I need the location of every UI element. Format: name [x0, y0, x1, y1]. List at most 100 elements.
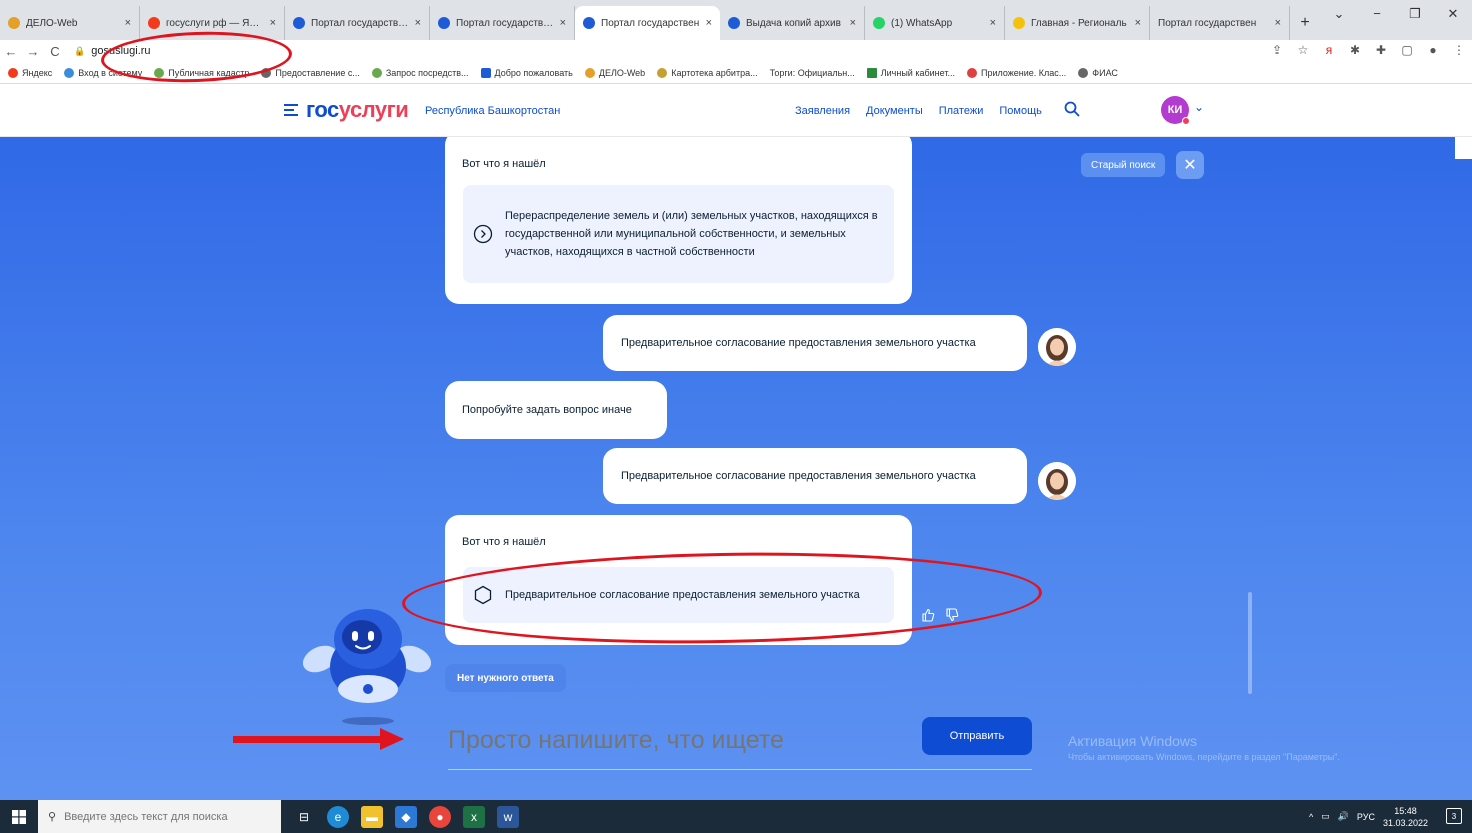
browser-tab[interactable]: Портал государствен × [430, 6, 575, 40]
browser-tab-active[interactable]: Портал государствен × [575, 6, 720, 40]
robot-assistant-icon [302, 609, 432, 725]
chat-scrollbar[interactable] [1248, 592, 1252, 694]
language-indicator[interactable]: РУС [1357, 812, 1375, 822]
browser-tab[interactable]: Портал государствен × [1150, 6, 1290, 40]
result-card[interactable]: Перераспределение земель и (или) земельн… [463, 185, 894, 283]
app-icon[interactable]: ◆ [395, 805, 417, 828]
bookmark-item[interactable]: Картотека арбитра... [657, 67, 758, 78]
yandex-extension-icon[interactable]: я [1322, 43, 1336, 57]
share-icon[interactable]: ⇪ [1270, 43, 1284, 57]
notification-center-icon[interactable]: 3 [1446, 808, 1462, 824]
restore-icon[interactable]: ❐ [1396, 6, 1434, 22]
puzzle-icon[interactable]: ✚ [1374, 43, 1388, 57]
nav-documents[interactable]: Документы [866, 105, 923, 117]
nav-payments[interactable]: Платежи [939, 105, 984, 117]
close-chat-button[interactable]: ✕ [1176, 151, 1204, 179]
bot-message: Вот что я нашёл Перераспределение земель… [445, 137, 912, 304]
volume-icon[interactable]: 🔊 [1338, 811, 1349, 822]
close-tab-icon[interactable]: × [706, 17, 712, 29]
minimize-icon[interactable]: − [1358, 6, 1396, 22]
top-nav: Заявления Документы Платежи Помощь [795, 105, 1042, 117]
search-icon: ⚲ [48, 811, 57, 823]
bookmark-item[interactable]: Добро пожаловать [480, 67, 573, 78]
nav-applications[interactable]: Заявления [795, 105, 850, 117]
close-tab-icon[interactable]: × [270, 17, 276, 29]
hamburger-menu-icon[interactable] [284, 104, 298, 119]
browser-tab[interactable]: ДЕЛО-Web × [0, 6, 140, 40]
chevron-down-icon[interactable]: ⌄ [1194, 100, 1204, 114]
thumbs-up-icon[interactable] [921, 608, 935, 622]
clock[interactable]: 15:48 31.03.2022 [1383, 805, 1428, 829]
close-tab-icon[interactable]: × [990, 17, 996, 29]
bookmark-item[interactable]: Запрос посредств... [371, 67, 469, 78]
sidepanel-icon[interactable]: ▢ [1400, 43, 1414, 57]
bookmark-item[interactable]: Торги: Официальн... [770, 68, 855, 78]
tab-search-icon[interactable]: ⌄ [1320, 6, 1358, 22]
bookmark-item[interactable]: Приложение. Клас... [966, 67, 1066, 78]
file-explorer-icon[interactable]: ▬ [361, 805, 383, 828]
bookmark-icon [8, 67, 18, 78]
close-tab-icon[interactable]: × [560, 17, 566, 29]
nav-help[interactable]: Помощь [999, 105, 1042, 117]
bookmark-icon [866, 67, 877, 78]
windows-activation-watermark: Активация Windows Чтобы активировать Win… [1068, 733, 1340, 762]
extension-icon[interactable]: ✱ [1348, 43, 1362, 57]
bot-message-text: Попробуйте задать вопрос иначе [462, 404, 632, 416]
close-window-icon[interactable]: ✕ [1434, 6, 1472, 22]
gosuslugi-logo[interactable]: госуслуги [306, 97, 409, 123]
chrome-icon[interactable]: ● [429, 805, 451, 828]
user-avatar[interactable]: КИ [1161, 96, 1190, 125]
user-chat-avatar [1038, 328, 1076, 366]
region-selector[interactable]: Республика Башкортостан [425, 105, 560, 117]
bookmark-item[interactable]: Яндекс [8, 67, 52, 78]
forward-arrow-icon[interactable]: → [22, 44, 44, 59]
browser-tab[interactable]: Выдача копий архив × [720, 6, 865, 40]
user-message-text: Предварительное согласование предоставле… [621, 470, 976, 482]
tab-favicon-icon [438, 17, 450, 29]
task-view-icon[interactable]: ⊟ [293, 806, 315, 828]
browser-tab[interactable]: госуслуги рф — Янде × [140, 6, 285, 40]
search-icon[interactable] [1064, 101, 1080, 117]
chevron-up-icon[interactable]: ^ [1309, 812, 1313, 822]
browser-tab-strip: ДЕЛО-Web × госуслуги рф — Янде × Портал го… [0, 0, 1472, 40]
edge-icon[interactable]: e [327, 805, 349, 828]
menu-dots-icon[interactable]: ⋮ [1452, 43, 1466, 57]
close-tab-icon[interactable]: × [850, 17, 856, 29]
no-answer-button[interactable]: Нет нужного ответа [445, 664, 566, 692]
bot-message: Попробуйте задать вопрос иначе [445, 381, 667, 439]
bookmark-item[interactable]: Личный кабинет... [866, 67, 955, 78]
close-tab-icon[interactable]: × [125, 17, 131, 29]
thumbs-down-icon[interactable] [945, 608, 959, 622]
start-button[interactable] [0, 809, 38, 824]
bookmark-item[interactable]: ФИАС [1078, 67, 1118, 78]
old-search-button[interactable]: Старый поиск [1081, 153, 1166, 177]
excel-icon[interactable]: x [463, 805, 485, 828]
reload-icon[interactable]: C [44, 44, 66, 59]
bookmark-item[interactable]: ДЕЛО-Web [584, 67, 645, 78]
close-tab-icon[interactable]: × [1275, 17, 1281, 29]
browser-tab[interactable]: Портал государствен × [285, 6, 430, 40]
url-field[interactable]: 🔒 gosuslugi.ru [74, 45, 151, 57]
taskbar-search-input[interactable] [64, 810, 265, 823]
send-button[interactable]: Отправить [922, 717, 1032, 755]
result-card[interactable]: Предварительное согласование предоставле… [463, 567, 894, 623]
bookmark-icon [480, 67, 491, 78]
browser-tab[interactable]: (1) WhatsApp × [865, 6, 1005, 40]
bookmark-item[interactable]: Предоставление с... [261, 67, 360, 78]
profile-icon[interactable]: ● [1426, 43, 1440, 57]
bookmark-star-icon[interactable]: ☆ [1296, 43, 1310, 57]
user-message-text: Предварительное согласование предоставле… [621, 337, 976, 349]
new-tab-button[interactable]: + [1290, 6, 1320, 40]
word-icon[interactable]: w [497, 805, 519, 828]
taskbar-search[interactable]: ⚲ [38, 800, 281, 833]
network-icon[interactable]: ▭ [1321, 811, 1330, 822]
browser-tab[interactable]: Главная - Региональ × [1005, 6, 1150, 40]
close-tab-icon[interactable]: × [1135, 17, 1141, 29]
tab-favicon-icon [583, 17, 595, 29]
back-arrow-icon[interactable]: ← [0, 44, 22, 59]
close-tab-icon[interactable]: × [415, 17, 421, 29]
bookmark-item[interactable]: Публичная кадастр [154, 67, 249, 78]
bot-message-heading: Вот что я нашёл [462, 158, 546, 170]
bookmark-item[interactable]: Вход в систему [64, 67, 142, 78]
chat-input[interactable] [448, 720, 888, 760]
